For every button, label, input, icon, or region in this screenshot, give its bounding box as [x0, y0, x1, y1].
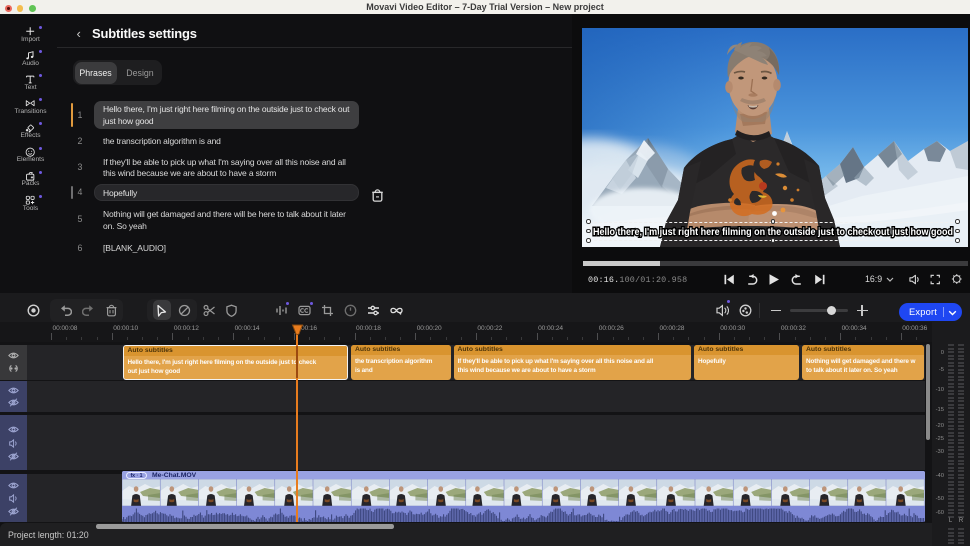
svg-text:Hello there, I'm just right he: Hello there, I'm just right here filming…: [593, 227, 953, 238]
